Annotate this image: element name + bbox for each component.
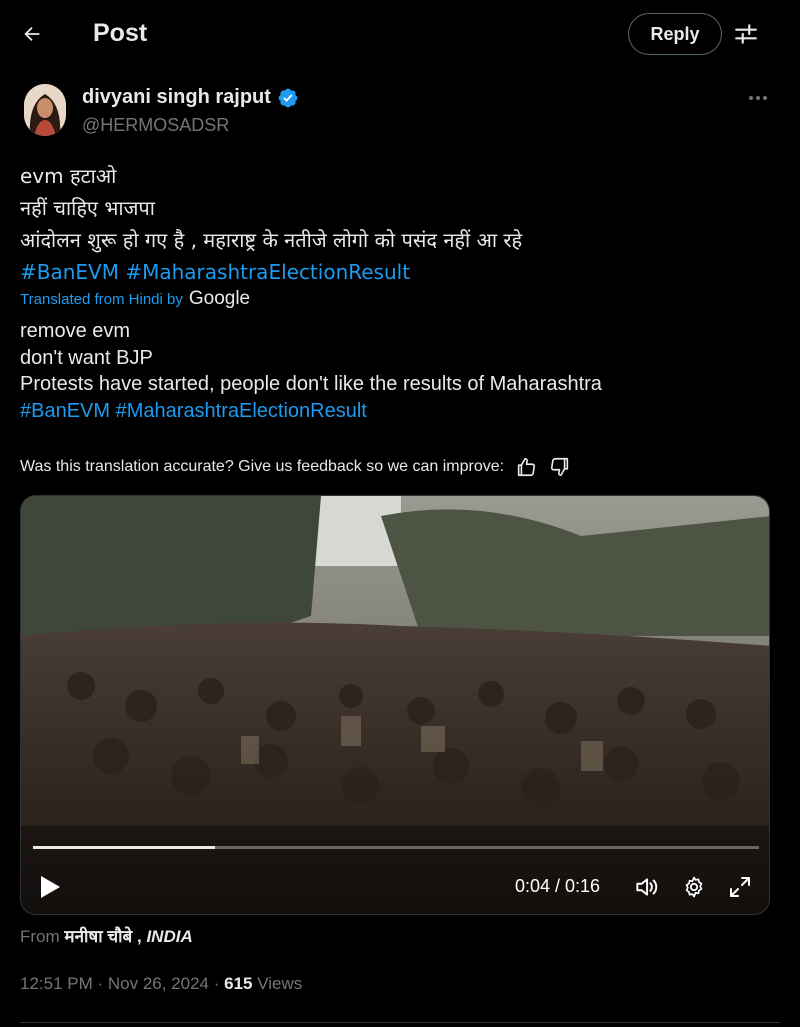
hashtag-link[interactable]: #BanEVM: [20, 400, 110, 422]
more-options-button[interactable]: [744, 86, 772, 110]
page-title: Post: [93, 19, 148, 47]
video-source: From मनीषा चौबे , INDIA: [20, 924, 193, 947]
author-avatar[interactable]: [24, 84, 66, 136]
verified-badge-icon: [278, 88, 298, 107]
tweet-text: evm हटाओ नहीं चाहिए भाजपा आंदोलन शुरू हो…: [20, 160, 780, 288]
thumbs-up-button[interactable]: [514, 455, 538, 479]
views-count: 615: [224, 974, 253, 993]
post-date[interactable]: Nov 26, 2024: [108, 974, 209, 993]
author-handle[interactable]: @HERMOSADSR: [82, 115, 229, 136]
tweet-line: नहीं चाहिए भाजपा: [20, 196, 155, 220]
feedback-question: Was this translation accurate? Give us f…: [20, 458, 505, 475]
fullscreen-button[interactable]: [725, 872, 755, 902]
back-arrow-icon: [24, 26, 40, 42]
author-name[interactable]: divyani singh rajput: [82, 86, 299, 109]
video-player[interactable]: 0:04 / 0:16: [20, 495, 770, 915]
post-meta: 12:51 PM · Nov 26, 2024 · 615 Views: [20, 974, 302, 994]
video-progress-fill: [33, 846, 215, 849]
filter-button[interactable]: [730, 18, 762, 50]
thumbs-down-icon: [551, 457, 569, 477]
volume-icon: [636, 878, 658, 896]
translation-line: remove evm: [20, 320, 131, 342]
source-name[interactable]: मनीषा चौबे: [64, 927, 132, 946]
hashtag-link[interactable]: #MaharashtraElectionResult: [116, 400, 367, 422]
play-icon: [41, 876, 60, 898]
translation-label: Translated from Hindi by: [20, 290, 183, 308]
translation-line: Protests have started, people don't like…: [20, 373, 602, 395]
source-location[interactable]: INDIA: [146, 927, 192, 946]
play-button[interactable]: [37, 872, 63, 902]
source-prefix: From: [20, 927, 60, 946]
translation-attribution: Translated from Hindi by Google: [20, 288, 250, 310]
back-button[interactable]: [14, 16, 50, 52]
meta-dot: ·: [209, 974, 225, 993]
reply-button[interactable]: Reply: [628, 13, 722, 55]
meta-dot: ·: [92, 974, 108, 993]
video-progress-bar[interactable]: [33, 846, 759, 849]
hashtag-link[interactable]: #BanEVM: [20, 260, 119, 284]
thumbs-up-icon: [517, 457, 536, 477]
google-wordmark: Google: [188, 288, 251, 309]
tweet-line: आंदोलन शुरू हो गए है , महाराष्ट्र के नती…: [20, 228, 523, 252]
author-name-text: divyani singh rajput: [82, 86, 271, 108]
divider: [20, 1022, 780, 1023]
video-frame: [21, 496, 769, 914]
hashtag-link[interactable]: #MaharashtraElectionResult: [125, 260, 410, 284]
translation-line: don't want BJP: [20, 346, 153, 369]
volume-button[interactable]: [631, 872, 661, 902]
source-separator: ,: [132, 927, 147, 946]
views-label: Views: [257, 974, 303, 993]
thumbs-down-button[interactable]: [548, 455, 572, 479]
translation-hashtags: #BanEVM #MaharashtraElectionResult: [20, 398, 780, 425]
top-bar: Post Reply: [0, 0, 800, 70]
settings-button[interactable]: [679, 872, 709, 902]
video-time: 0:04 / 0:16: [515, 876, 601, 896]
filter-sliders-icon: [735, 24, 757, 44]
translation-feedback: Was this translation accurate? Give us f…: [20, 455, 572, 479]
translation-text: remove evm don't want BJP Protests have …: [20, 318, 780, 424]
settings-gear-icon: [685, 876, 703, 898]
fullscreen-icon: [730, 877, 750, 897]
post-time[interactable]: 12:51 PM: [20, 974, 93, 993]
tweet-line: evm हटाओ: [20, 164, 117, 188]
tweet-hashtags: #BanEVM #MaharashtraElectionResult: [20, 256, 780, 288]
more-dots-icon: [749, 96, 767, 100]
